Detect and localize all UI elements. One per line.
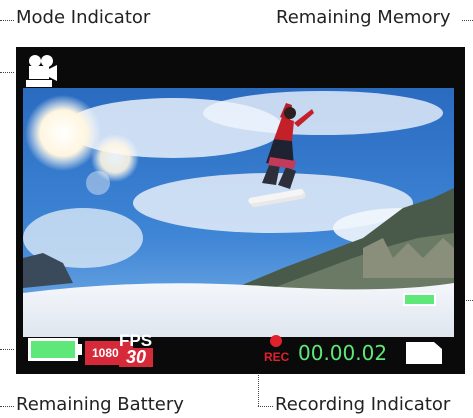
rec-label: REC [264,350,290,364]
remaining-memory-bar [403,293,436,306]
battery-cap [78,344,82,355]
fps-value-badge: 30 [119,348,153,367]
memory-leader-top [462,20,473,21]
battery-leader-bottom [0,406,14,407]
remaining-battery-callout: Remaining Battery [16,394,184,415]
recording-timer: 00.00.02 [298,341,388,365]
memory-leader-side [466,300,473,301]
camera-screen: 1080p FPS 30 REC 00.00.02 [16,47,465,374]
battery-icon [28,338,78,361]
video-camera-icon [26,55,57,87]
record-dot-icon [270,335,282,347]
recording-indicator-callout: Recording Indicator [275,394,451,415]
battery-level-fill [31,341,75,358]
battery-leader-side [0,349,14,350]
recording-leader-bottom [258,406,273,407]
remaining-memory-callout: Remaining Memory [276,7,451,28]
mode-leader-side [0,72,14,73]
sd-card-icon [406,342,442,364]
mode-indicator-callout: Mode Indicator [16,7,151,28]
viewfinder-image [23,88,454,337]
mode-leader-top [0,20,14,21]
